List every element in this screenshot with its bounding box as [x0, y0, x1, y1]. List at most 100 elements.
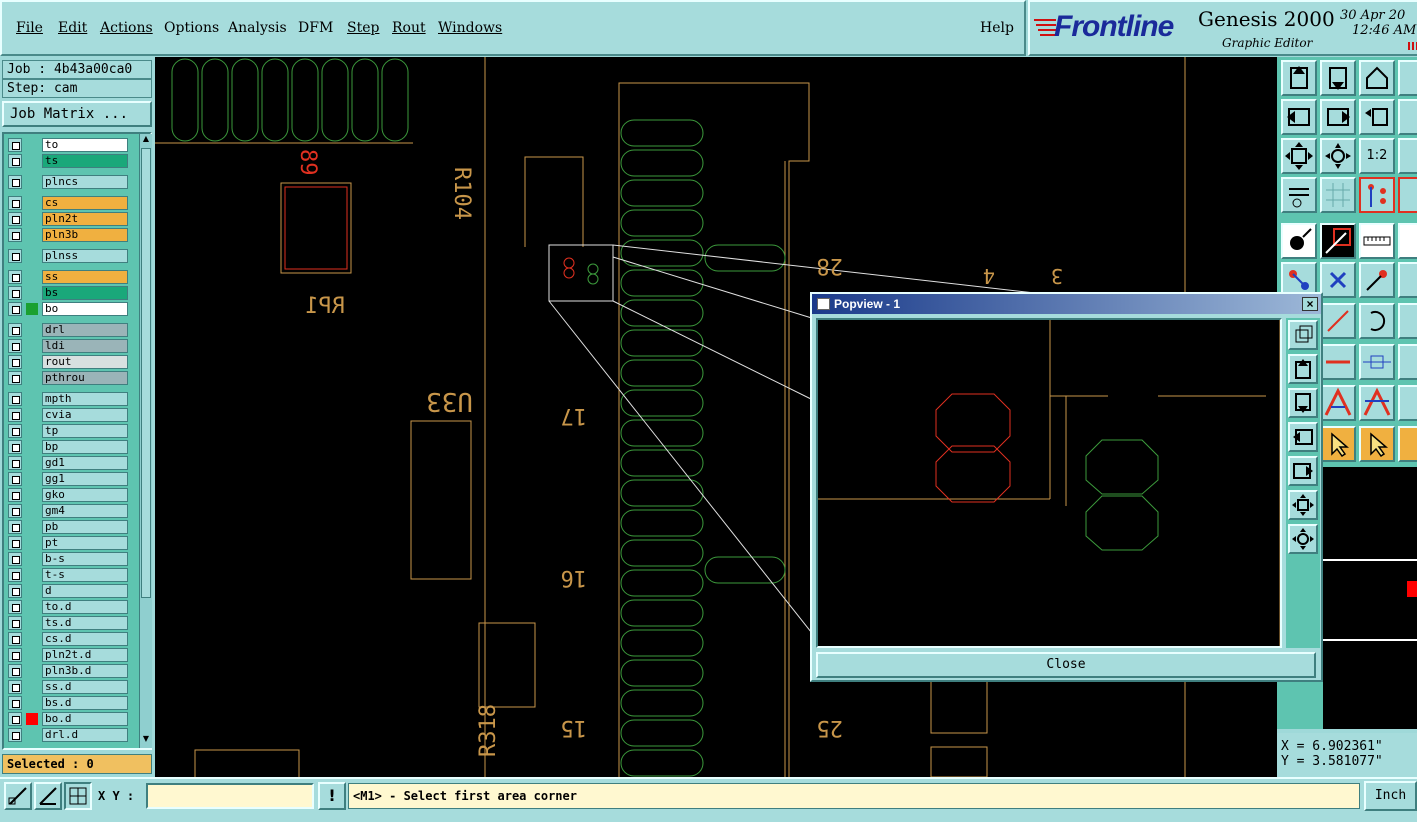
toolbar-cut-icon[interactable]	[1398, 99, 1417, 135]
display-settings-icon[interactable]	[1281, 177, 1317, 213]
toolbar-cut-icon[interactable]	[1398, 426, 1417, 462]
layer-checkbox[interactable]	[8, 648, 22, 662]
layer-name[interactable]: plnss	[42, 249, 128, 263]
layer-name[interactable]: mpth	[42, 392, 128, 406]
layer-name[interactable]: cs.d	[42, 632, 128, 646]
layer-checkbox[interactable]	[8, 664, 22, 678]
rotate-icon[interactable]	[1359, 303, 1395, 339]
layer-name[interactable]: to	[42, 138, 128, 152]
layer-row[interactable]: pln3b	[8, 228, 128, 242]
layer-checkbox[interactable]	[8, 440, 22, 454]
grid-snap-icon[interactable]	[64, 782, 92, 810]
toolbar-cut-icon[interactable]	[1398, 177, 1417, 213]
popview-zoom-fit-icon[interactable]	[1288, 490, 1318, 520]
popview-pan-down-icon[interactable]	[1288, 388, 1318, 418]
popview-close-button[interactable]: Close	[816, 652, 1316, 678]
layer-name[interactable]: plncs	[42, 175, 128, 189]
toolbar-cut-icon[interactable]	[1398, 385, 1417, 421]
layer-checkbox[interactable]	[8, 616, 22, 630]
popview-zoom-in-icon[interactable]	[1288, 524, 1318, 554]
scroll-up-arrow-icon[interactable]: ▲	[141, 134, 151, 144]
unit-toggle-button[interactable]: Inch	[1364, 781, 1417, 811]
layer-checkbox[interactable]	[8, 632, 22, 646]
layer-name[interactable]: cvia	[42, 408, 128, 422]
toolbar-cut-icon[interactable]	[1398, 223, 1417, 259]
measure-distance-icon[interactable]	[1359, 344, 1395, 380]
layer-row[interactable]: pthrou	[8, 371, 128, 385]
layer-row[interactable]: gd1	[8, 456, 128, 470]
menu-rout[interactable]: Rout	[392, 20, 426, 36]
layer-row[interactable]: ts	[8, 154, 128, 168]
layer-checkbox[interactable]	[8, 728, 22, 742]
layer-name[interactable]: bp	[42, 440, 128, 454]
layer-name[interactable]: pb	[42, 520, 128, 534]
layer-checkbox[interactable]	[8, 270, 22, 284]
layer-name[interactable]: bo.d	[42, 712, 128, 726]
measure-line-icon[interactable]	[1320, 344, 1356, 380]
layer-row[interactable]: bp	[8, 440, 128, 454]
layer-row[interactable]: cs	[8, 196, 128, 210]
layer-list-scrollbar[interactable]: ▲ ▼	[139, 134, 152, 748]
layer-name[interactable]: cs	[42, 196, 128, 210]
popview-close-icon[interactable]: ×	[1302, 297, 1318, 311]
add-pad-icon[interactable]	[1359, 262, 1395, 298]
layer-row[interactable]: ss	[8, 270, 128, 284]
menu-windows[interactable]: Windows	[438, 20, 502, 36]
ruler-icon[interactable]	[1359, 223, 1395, 259]
popview-canvas[interactable]	[816, 318, 1282, 648]
xy-input[interactable]	[146, 783, 314, 809]
layer-name[interactable]: b-s	[42, 552, 128, 566]
layer-name[interactable]: pln2t.d	[42, 648, 128, 662]
layer-row[interactable]: bs.d	[8, 696, 128, 710]
toolbar-cut-icon[interactable]	[1398, 344, 1417, 380]
select-cursor-icon[interactable]	[1320, 426, 1356, 462]
text-tool-icon[interactable]	[1320, 385, 1356, 421]
layer-checkbox[interactable]	[8, 249, 22, 263]
menu-edit[interactable]: Edit	[58, 20, 87, 36]
draw-line-icon[interactable]	[1320, 303, 1356, 339]
layer-row[interactable]: to.d	[8, 600, 128, 614]
layer-row[interactable]: bo.d	[8, 712, 128, 726]
layer-checkbox[interactable]	[8, 600, 22, 614]
menu-analysis[interactable]: Analysis	[228, 20, 287, 36]
layer-name[interactable]: drl	[42, 323, 128, 337]
layer-name[interactable]: ldi	[42, 339, 128, 353]
layer-row[interactable]: pt	[8, 536, 128, 550]
zoom-back-icon[interactable]	[1359, 99, 1395, 135]
layer-name[interactable]: pthrou	[42, 371, 128, 385]
layer-checkbox[interactable]	[8, 138, 22, 152]
popview-pan-right-icon[interactable]	[1288, 456, 1318, 486]
menu-dfm[interactable]: DFM	[298, 20, 333, 36]
menu-options[interactable]: Options	[164, 20, 219, 36]
popview-zoom-icon[interactable]	[1288, 320, 1318, 350]
layer-checkbox[interactable]	[8, 154, 22, 168]
layer-name[interactable]: ss.d	[42, 680, 128, 694]
measure-mode-icon[interactable]	[34, 782, 62, 810]
layer-checkbox[interactable]	[8, 456, 22, 470]
layer-name[interactable]: d	[42, 584, 128, 598]
toolbar-cut-icon[interactable]	[1398, 303, 1417, 339]
layer-name[interactable]: gg1	[42, 472, 128, 486]
layer-name[interactable]: rout	[42, 355, 128, 369]
layer-name[interactable]: bs	[42, 286, 128, 300]
popview-titlebar[interactable]: Popview - 1	[812, 294, 1321, 314]
toolbar-cut-icon[interactable]	[1398, 262, 1417, 298]
layer-row[interactable]: plnss	[8, 249, 128, 263]
layer-checkbox[interactable]	[8, 355, 22, 369]
menu-step[interactable]: Step	[347, 20, 379, 36]
layer-row[interactable]: drl.d	[8, 728, 128, 742]
layer-name[interactable]: drl.d	[42, 728, 128, 742]
job-matrix-button[interactable]: Job Matrix ...	[2, 101, 152, 127]
layer-checkbox[interactable]	[8, 196, 22, 210]
layer-checkbox[interactable]	[8, 696, 22, 710]
layer-checkbox[interactable]	[8, 371, 22, 385]
snap-point-icon[interactable]	[1281, 223, 1317, 259]
layer-checkbox[interactable]	[8, 472, 22, 486]
layer-checkbox[interactable]	[8, 584, 22, 598]
layer-row[interactable]: gm4	[8, 504, 128, 518]
layer-row[interactable]: gg1	[8, 472, 128, 486]
layer-row[interactable]: cs.d	[8, 632, 128, 646]
layer-checkbox[interactable]	[8, 520, 22, 534]
layer-name[interactable]: t-s	[42, 568, 128, 582]
layer-checkbox[interactable]	[8, 212, 22, 226]
